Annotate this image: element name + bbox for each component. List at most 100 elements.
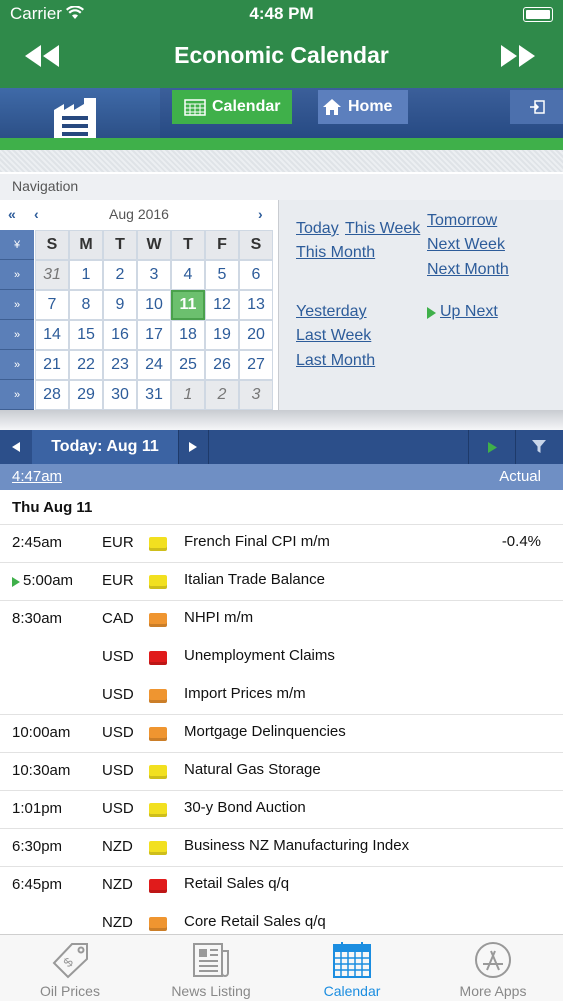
event-name: Natural Gas Storage	[184, 761, 321, 778]
impact-folder-icon	[149, 689, 167, 703]
impact-folder-icon	[149, 803, 167, 817]
select-week-button[interactable]: »	[0, 320, 34, 350]
impact-folder-icon	[149, 917, 167, 931]
event-row[interactable]: 5:00am EUR Italian Trade Balance	[0, 562, 563, 601]
sign-out-button[interactable]	[510, 90, 563, 124]
link-last-month[interactable]: Last Month	[296, 352, 375, 370]
calendar-day[interactable]: 17	[137, 320, 171, 350]
calendar-day[interactable]: 3	[239, 380, 273, 410]
event-row[interactable]: 10:30am USD Natural Gas Storage	[0, 752, 563, 791]
calendar-day[interactable]: 19	[205, 320, 239, 350]
event-row[interactable]: NZD Core Retail Sales q/q	[0, 904, 563, 934]
calendar-day[interactable]: 1	[69, 260, 103, 290]
calendar-day[interactable]: 6	[239, 260, 273, 290]
price-tag-icon: $	[52, 943, 88, 979]
calendar-day[interactable]: 2	[205, 380, 239, 410]
calendar-day[interactable]: 26	[205, 350, 239, 380]
link-tomorrow[interactable]: Tomorrow	[427, 212, 497, 230]
calendar-day[interactable]: 18	[171, 320, 205, 350]
today-date-label[interactable]: Today: Aug 11	[32, 430, 179, 464]
link-next-month[interactable]: Next Month	[427, 261, 509, 279]
event-time: 5:00am	[23, 572, 74, 589]
status-time: 4:48 PM	[249, 4, 314, 23]
link-up-next[interactable]: Up Next	[440, 303, 498, 321]
event-row[interactable]: 6:45pm NZD Retail Sales q/q	[0, 866, 563, 904]
calendar-day[interactable]: 9	[103, 290, 137, 320]
filter-button[interactable]	[514, 430, 563, 464]
calendar-day[interactable]: 12	[205, 290, 239, 320]
calendar-day[interactable]: 29	[69, 380, 103, 410]
calendar-day[interactable]: 31	[137, 380, 171, 410]
caret-left-icon	[12, 442, 20, 452]
event-row[interactable]: 1:01pm USD 30-y Bond Auction	[0, 790, 563, 829]
event-row[interactable]: USD Unemployment Claims	[0, 638, 563, 676]
tab-calendar[interactable]: Calendar	[172, 90, 292, 124]
link-next-week[interactable]: Next Week	[427, 236, 505, 254]
bottom-tab-news-label: News Listing	[171, 983, 251, 999]
link-last-week[interactable]: Last Week	[296, 327, 371, 345]
previous-day-small-button[interactable]	[0, 430, 33, 464]
bottom-tab-more-apps[interactable]: More Apps	[423, 935, 563, 1001]
calendar-day[interactable]: 7	[35, 290, 69, 320]
calendar-day[interactable]: 28	[35, 380, 69, 410]
event-currency: EUR	[102, 572, 134, 589]
event-currency: USD	[102, 724, 134, 741]
calendar-day[interactable]: 14	[35, 320, 69, 350]
calendar-day[interactable]: 3	[137, 260, 171, 290]
navigation-label: Navigation	[12, 178, 79, 194]
calendar-day[interactable]: 31	[35, 260, 69, 290]
calendar-day[interactable]: 10	[137, 290, 171, 320]
calendar-grid: ¥ S M T W T F S» 31 1 2 3 4 5 6» 7 8 9 10 11 12 13» 14 15 16 17 18…	[0, 230, 276, 410]
bottom-tab-news-listing[interactable]: News Listing	[141, 935, 281, 1001]
calendar-day[interactable]: 24	[137, 350, 171, 380]
calendar-day[interactable]: 5	[205, 260, 239, 290]
calendar-day[interactable]: 16	[103, 320, 137, 350]
event-currency: USD	[102, 648, 134, 665]
calendar-day[interactable]: 25	[171, 350, 205, 380]
link-this-month[interactable]: This Month	[296, 244, 375, 262]
calendar-day[interactable]: 8	[69, 290, 103, 320]
link-yesterday[interactable]: Yesterday	[296, 303, 367, 321]
event-currency: NZD	[102, 914, 133, 931]
select-week-button[interactable]: »	[0, 380, 34, 410]
event-time: 2:45am	[12, 534, 63, 551]
event-row[interactable]: 10:00am USD Mortgage Delinquencies	[0, 714, 563, 753]
select-week-button[interactable]: »	[0, 260, 34, 290]
select-week-button[interactable]: »	[0, 350, 34, 380]
select-all-weeks-button[interactable]: ¥	[0, 230, 34, 260]
calendar-day[interactable]: 23	[103, 350, 137, 380]
next-day-button[interactable]	[498, 38, 538, 74]
event-row[interactable]: USD Import Prices m/m	[0, 676, 563, 715]
bottom-tab-oil-prices[interactable]: $ Oil Prices	[0, 935, 140, 1001]
calendar-day[interactable]: 15	[69, 320, 103, 350]
caret-right-icon	[189, 442, 197, 452]
calendar-day[interactable]: 30	[103, 380, 137, 410]
current-time-link[interactable]: 4:47am	[12, 468, 62, 485]
link-this-week[interactable]: This Week	[345, 220, 420, 238]
bottom-tab-calendar[interactable]: Calendar	[282, 935, 422, 1001]
next-day-small-button[interactable]	[178, 430, 209, 464]
impact-folder-icon	[149, 841, 167, 855]
event-row[interactable]: 6:30pm NZD Business NZ Manufacturing Index	[0, 828, 563, 867]
up-next-jump-button[interactable]	[468, 430, 516, 464]
calendar-day[interactable]: 22	[69, 350, 103, 380]
calendar-day[interactable]: 20	[239, 320, 273, 350]
calendar-day[interactable]: 4	[171, 260, 205, 290]
event-row[interactable]: 2:45am EUR French Final CPI m/m -0.4%	[0, 524, 563, 563]
event-currency: USD	[102, 762, 134, 779]
factory-menu-icon[interactable]	[52, 96, 98, 142]
calendar-day[interactable]: 1	[171, 380, 205, 410]
event-row[interactable]: 8:30am CAD NHPI m/m	[0, 600, 563, 638]
calendar-day[interactable]: 21	[35, 350, 69, 380]
page-title: Economic Calendar	[174, 42, 389, 68]
day-navigation-bar: Today: Aug 11	[0, 430, 563, 464]
tab-home[interactable]: Home	[318, 90, 408, 124]
link-today[interactable]: Today	[296, 220, 339, 238]
calendar-day[interactable]: 2	[103, 260, 137, 290]
next-month-icon[interactable]: ›	[258, 206, 263, 222]
weekday-header: S	[239, 230, 273, 260]
select-week-button[interactable]: »	[0, 290, 34, 320]
calendar-day[interactable]: 27	[239, 350, 273, 380]
calendar-day-selected[interactable]: 11	[171, 290, 205, 320]
calendar-day[interactable]: 13	[239, 290, 273, 320]
